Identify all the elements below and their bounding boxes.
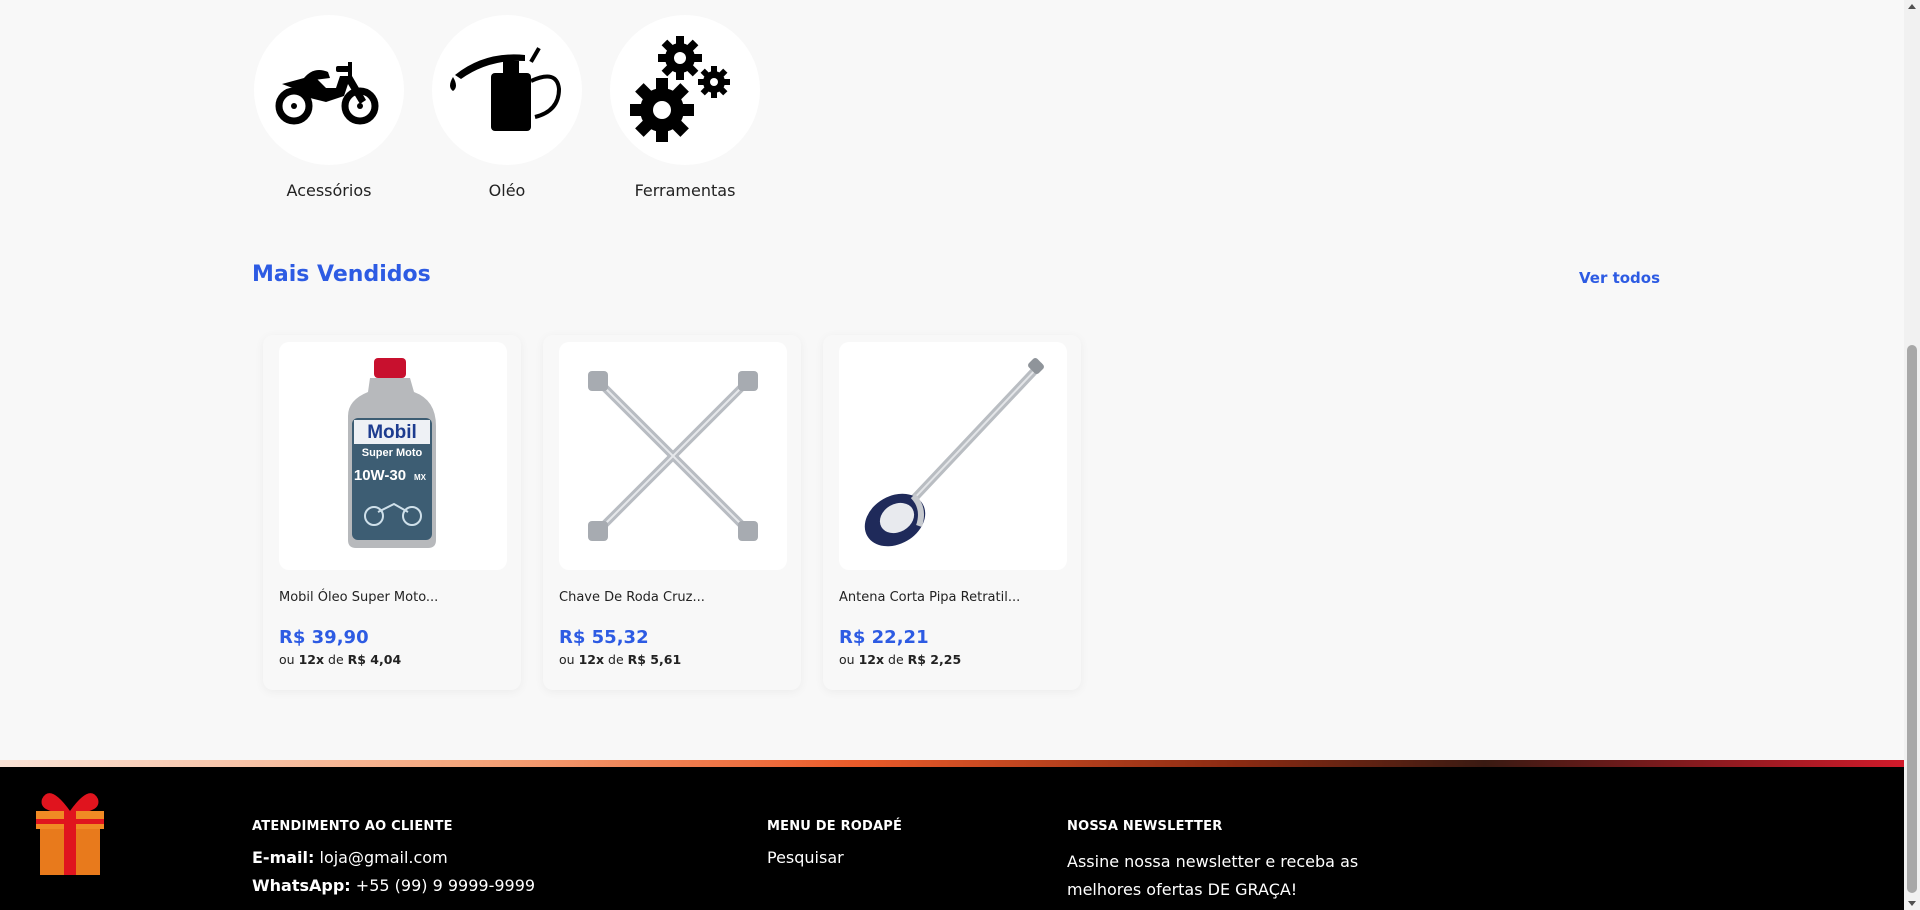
category-circle [254, 15, 404, 165]
category-circle [432, 15, 582, 165]
category-circle [610, 15, 760, 165]
svg-text:Super Moto: Super Moto [362, 447, 423, 459]
scroll-up-arrow-icon[interactable] [1908, 4, 1916, 9]
oil-can-icon [450, 47, 562, 131]
whatsapp-link[interactable]: +55 (99) 9 9999-9999 [356, 876, 535, 895]
gift-icon[interactable] [30, 789, 110, 883]
product-name[interactable]: Chave De Roda Cruz... [559, 590, 705, 605]
product-card[interactable]: Antena Corta Pipa Retratil... R$ 22,21 o… [823, 335, 1081, 690]
product-image[interactable] [839, 342, 1067, 570]
svg-text:Mobil: Mobil [367, 422, 417, 443]
category-label: Oléo [488, 181, 526, 200]
newsletter-column: NOSSA NEWSLETTER Assine nossa newsletter… [1067, 819, 1367, 904]
category-label: Ferramentas [634, 181, 736, 200]
footer-menu-item-pesquisar[interactable]: Pesquisar [767, 848, 902, 868]
customer-service-column: ATENDIMENTO AO CLIENTE E-mail: loja@gmai… [252, 819, 535, 896]
oil-bottle-image: Mobil Super Moto 10W-30 MX [348, 358, 436, 548]
motorcycle-icon [275, 62, 379, 125]
best-sellers-title: Mais Vendidos [252, 262, 431, 287]
scroll-down-arrow-icon[interactable] [1908, 901, 1916, 906]
category-ferramentas[interactable]: Ferramentas [610, 15, 760, 200]
category-label: Acessórios [286, 181, 372, 200]
whatsapp-line: WhatsApp: +55 (99) 9 9999-9999 [252, 876, 536, 895]
scrollbar-thumb[interactable] [1907, 345, 1917, 893]
product-price: R$ 55,32 [559, 627, 649, 648]
product-price: R$ 39,90 [279, 627, 369, 648]
site-footer: ATENDIMENTO AO CLIENTE E-mail: loja@gmai… [0, 767, 1904, 910]
email-line: E-mail: loja@gmail.com [252, 848, 448, 867]
svg-text:10W-30: 10W-30 [354, 467, 406, 484]
product-name[interactable]: Mobil Óleo Super Moto... [279, 590, 438, 605]
category-oleo[interactable]: Oléo [432, 15, 582, 200]
product-installment: ou 12x de R$ 2,25 [839, 652, 962, 667]
product-installment: ou 12x de R$ 5,61 [559, 652, 682, 667]
footer-menu-title: MENU DE RODAPÉ [767, 819, 903, 834]
vertical-scrollbar[interactable] [1904, 0, 1920, 910]
see-all-link[interactable]: Ver todos [1579, 269, 1660, 287]
gears-icon [630, 36, 730, 142]
product-image[interactable] [559, 342, 787, 570]
footer-menu-column: MENU DE RODAPÉ Pesquisar [767, 819, 902, 868]
newsletter-text: Assine nossa newsletter e receba as melh… [1067, 852, 1359, 899]
product-image[interactable]: Mobil Super Moto 10W-30 MX [279, 342, 507, 570]
cross-wrench-image [588, 371, 758, 541]
email-link[interactable]: loja@gmail.com [320, 848, 448, 867]
page-viewport: Acessórios Oléo Ferramentas Mais Vendido… [0, 0, 1904, 910]
product-name[interactable]: Antena Corta Pipa Retratil... [839, 590, 1020, 605]
product-price: R$ 22,21 [839, 627, 929, 648]
product-card[interactable]: Mobil Super Moto 10W-30 MX Mobil Óleo Su… [263, 335, 521, 690]
product-installment: ou 12x de R$ 4,04 [279, 652, 402, 667]
customer-service-title: ATENDIMENTO AO CLIENTE [252, 819, 453, 834]
product-card[interactable]: Chave De Roda Cruz... R$ 55,32 ou 12x de… [543, 335, 801, 690]
footer-gradient-bar [0, 760, 1904, 767]
category-acessorios[interactable]: Acessórios [254, 15, 404, 200]
newsletter-title: NOSSA NEWSLETTER [1067, 819, 1223, 834]
svg-text:MX: MX [414, 473, 427, 482]
antenna-image [864, 358, 1044, 547]
